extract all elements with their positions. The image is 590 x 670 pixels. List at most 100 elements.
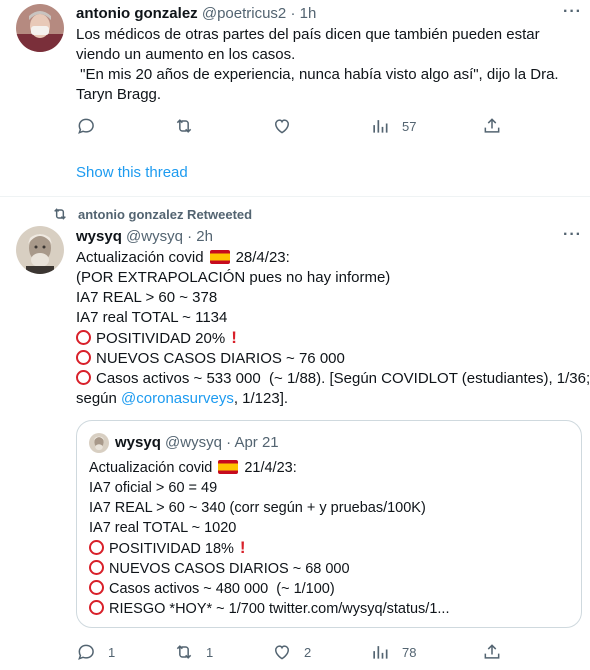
- spain-flag-icon: [209, 250, 230, 264]
- author-name[interactable]: antonio gonzalez: [76, 5, 198, 22]
- like-button[interactable]: 2: [272, 642, 311, 662]
- tweet-actions: 1 1 2 78: [76, 642, 506, 664]
- retweet-icon: [54, 208, 66, 220]
- reply-icon: [78, 118, 94, 134]
- reply-button[interactable]: [76, 116, 108, 136]
- avatar-antonio[interactable]: [16, 4, 64, 52]
- update-label: Actualización covid: [89, 460, 213, 476]
- quote-avatar[interactable]: [89, 433, 109, 453]
- separator: ·: [187, 228, 193, 245]
- analytics-icon: [373, 646, 388, 659]
- retweet-banner[interactable]: antonio gonzalez Retweeted: [52, 206, 252, 222]
- text-fragment: , 1/123].: [233, 390, 289, 407]
- like-count: 2: [304, 644, 312, 660]
- tweet-text: Los médicos de otras partes del país dic…: [76, 25, 559, 105]
- retweet-icon: [176, 645, 192, 659]
- active-cases-text: Casos activos ~ 533 000 (~ 1/88). [Según…: [96, 370, 590, 387]
- tweet-time[interactable]: 1h: [300, 5, 317, 22]
- heart-icon: [274, 119, 290, 134]
- quote-header: wysyq @wysyq · Apr 21: [115, 434, 279, 451]
- quote-text: Actualización covid 21/4/23: IA7 oficial …: [89, 458, 449, 619]
- more-icon[interactable]: ···: [563, 226, 582, 244]
- text-line: RIESGO *HOY* ~ 1/700 twitter.com/wysyq/s…: [89, 599, 449, 619]
- exclamation-icon: !: [239, 538, 246, 557]
- views-button[interactable]: 57: [370, 116, 416, 136]
- text-line: Taryn Bragg.: [76, 86, 162, 103]
- red-circle-icon: [76, 350, 91, 365]
- mention-link[interactable]: @coronasurveys: [121, 390, 234, 407]
- share-icon: [484, 644, 500, 659]
- text-line: (POR EXTRAPOLACIÓN pues no hay informe): [76, 269, 391, 286]
- retweet-button[interactable]: 1: [174, 642, 213, 662]
- risk-text: RIESGO *HOY* ~ 1/700 twitter.com/wysyq/s…: [109, 601, 450, 617]
- positivity-text: POSITIVIDAD 18%: [109, 541, 234, 557]
- red-circle-icon: [89, 580, 104, 595]
- text-line: NUEVOS CASOS DIARIOS ~ 76 000: [76, 349, 590, 369]
- retweet-icon: [176, 119, 192, 133]
- text-line: NUEVOS CASOS DIARIOS ~ 68 000: [89, 559, 449, 579]
- quote-tweet-card[interactable]: wysyq @wysyq · Apr 21 Actualización covi…: [76, 420, 582, 628]
- show-thread-link[interactable]: Show this thread: [76, 164, 188, 181]
- text-line: IA7 oficial > 60 = 49: [89, 480, 218, 496]
- reply-button[interactable]: 1: [76, 642, 115, 662]
- update-date: 21/4/23:: [244, 460, 297, 476]
- share-icon: [484, 118, 500, 133]
- views-button[interactable]: 78: [370, 642, 416, 662]
- text-line: viendo un aumento en los casos.: [76, 46, 296, 63]
- text-line: IA7 REAL > 60 ~ 378: [76, 289, 218, 306]
- views-count: 78: [402, 644, 417, 660]
- new-cases-text: NUEVOS CASOS DIARIOS ~ 68 000: [109, 561, 350, 577]
- red-circle-icon: [89, 600, 104, 615]
- tweet-actions: 57: [76, 116, 506, 138]
- quote-author-handle: @wysyq: [165, 434, 222, 451]
- red-circle-icon: [76, 330, 91, 345]
- text-line: Actualización covid 28/4/23:: [76, 248, 590, 268]
- red-circle-icon: [89, 560, 104, 575]
- reply-count: 1: [108, 644, 116, 660]
- author-name[interactable]: wysyq: [76, 228, 122, 245]
- text-line: según @coronasurveys, 1/123].: [76, 389, 590, 409]
- retweet-banner-text: antonio gonzalez Retweeted: [78, 206, 253, 222]
- positivity-text: POSITIVIDAD 20%: [96, 330, 226, 347]
- update-date: 28/4/23:: [235, 249, 290, 266]
- exclamation-icon: !: [231, 328, 237, 347]
- text-line: Actualización covid 21/4/23:: [89, 458, 449, 478]
- text-line: IA7 real TOTAL ~ 1020: [89, 520, 237, 536]
- red-circle-icon: [76, 370, 91, 385]
- divider: [0, 196, 590, 197]
- text-line: IA7 REAL > 60 ~ 340 (corr según + y prue…: [89, 500, 426, 516]
- text-fragment: según: [76, 390, 122, 407]
- tweet-time[interactable]: 2h: [196, 228, 213, 245]
- text-line: Los médicos de otras partes del país dic…: [76, 26, 540, 43]
- quote-date: Apr 21: [234, 434, 279, 451]
- more-icon[interactable]: ···: [563, 3, 582, 21]
- tweet-header: wysyq @wysyq · 2h: [76, 228, 213, 245]
- retweet-button[interactable]: [174, 116, 206, 136]
- share-button[interactable]: [482, 116, 502, 136]
- analytics-icon: [373, 120, 388, 133]
- tweet-header: antonio gonzalez @poetricus2 · 1h: [76, 5, 316, 22]
- avatar-wysyq[interactable]: [16, 226, 64, 274]
- separator: ·: [226, 434, 232, 451]
- text-line: "En mis 20 años de experiencia, nunca ha…: [76, 66, 559, 83]
- red-circle-icon: [89, 540, 104, 555]
- text-line: POSITIVIDAD 18%!: [89, 538, 449, 559]
- share-button[interactable]: [482, 642, 502, 662]
- update-label: Actualización covid: [76, 249, 204, 266]
- retweet-count: 1: [206, 644, 214, 660]
- separator: ·: [290, 5, 296, 22]
- text-line: IA7 real TOTAL ~ 1134: [76, 309, 228, 326]
- text-line: POSITIVIDAD 20%!: [76, 328, 590, 349]
- like-button[interactable]: [272, 116, 304, 136]
- quote-author-name: wysyq: [115, 434, 161, 451]
- spain-flag-icon: [218, 460, 239, 474]
- text-line: Casos activos ~ 533 000 (~ 1/88). [Según…: [76, 369, 590, 389]
- text-line: Casos activos ~ 480 000 (~ 1/100): [89, 579, 449, 599]
- views-count: 57: [402, 118, 417, 134]
- active-cases-text: Casos activos ~ 480 000 (~ 1/100): [109, 581, 335, 597]
- tweet-text: Actualización covid 28/4/23: (POR EXTRAPO…: [76, 248, 590, 409]
- author-handle[interactable]: @poetricus2: [202, 5, 286, 22]
- reply-icon: [78, 644, 94, 660]
- author-handle[interactable]: @wysyq: [126, 228, 183, 245]
- new-cases-text: NUEVOS CASOS DIARIOS ~ 76 000: [96, 350, 345, 367]
